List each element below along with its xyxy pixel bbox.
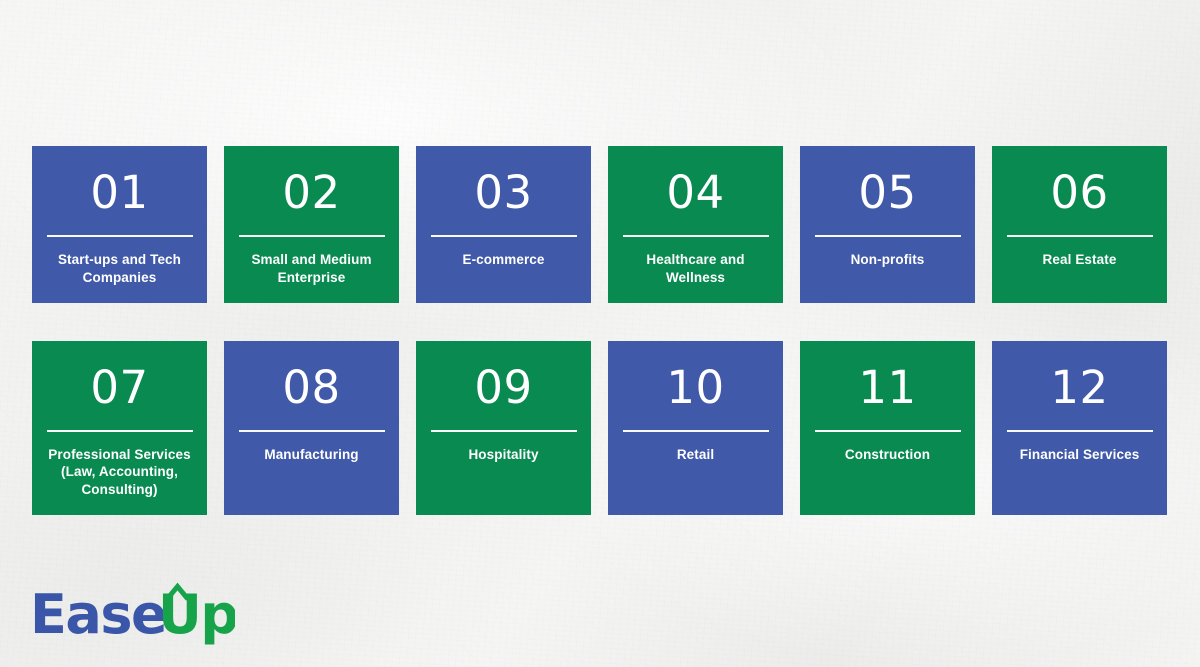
industry-card-03[interactable]: 03 E-commerce <box>416 146 591 303</box>
industry-card-06[interactable]: 06 Real Estate <box>992 146 1167 303</box>
card-label: Construction <box>844 446 931 462</box>
card-label: Small and Medium Enterprise <box>251 252 372 285</box>
slide-canvas: 01 Start-ups and Tech Companies 02 Small… <box>0 0 1200 667</box>
industry-card-04[interactable]: 04 Healthcare and Wellness <box>608 146 783 303</box>
industry-card-02[interactable]: 02 Small and Medium Enterprise <box>224 146 399 303</box>
card-divider <box>238 429 385 432</box>
card-number: 10 <box>666 360 725 414</box>
industry-card-grid: 01 Start-ups and Tech Companies 02 Small… <box>32 146 1168 516</box>
card-divider <box>430 235 577 237</box>
industry-card-10[interactable]: 10 Retail <box>608 340 783 516</box>
card-divider <box>238 235 385 237</box>
card-number: 04 <box>666 166 725 219</box>
card-divider <box>46 429 193 432</box>
card-label: Real Estate <box>1042 252 1117 267</box>
card-divider <box>814 235 961 237</box>
card-label: Start-ups and Tech Companies <box>57 252 182 285</box>
card-divider <box>1006 235 1153 237</box>
card-divider <box>430 429 577 432</box>
card-divider <box>622 429 769 432</box>
card-divider <box>46 235 193 237</box>
card-number: 08 <box>282 360 341 414</box>
card-number: 11 <box>858 360 917 414</box>
card-label: E-commerce <box>462 252 545 267</box>
logo-text-ease: Ease <box>30 583 166 646</box>
card-number: 06 <box>1050 166 1109 219</box>
industry-card-01[interactable]: 01 Start-ups and Tech Companies <box>32 146 207 303</box>
card-divider <box>622 235 769 237</box>
card-number: 02 <box>282 166 341 219</box>
card-label: Manufacturing <box>264 446 359 462</box>
easeup-logo: Ease Up <box>30 581 235 651</box>
card-label: Retail <box>676 446 715 462</box>
industry-card-07[interactable]: 07 Professional Services (Law, Accountin… <box>32 340 207 516</box>
card-number: 01 <box>90 166 149 219</box>
industry-card-09[interactable]: 09 Hospitality <box>416 340 591 516</box>
card-number: 05 <box>858 166 917 219</box>
industry-card-11[interactable]: 11 Construction <box>800 340 975 516</box>
card-label: Healthcare and Wellness <box>646 252 745 285</box>
card-divider <box>1006 429 1153 432</box>
card-number: 03 <box>474 166 533 219</box>
card-label: Hospitality <box>468 446 539 462</box>
card-label: Non-profits <box>850 252 925 267</box>
card-number: 09 <box>474 360 533 414</box>
industry-card-08[interactable]: 08 Manufacturing <box>224 340 399 516</box>
card-label: Professional Services (Law, Accounting, … <box>48 446 191 498</box>
card-number: 12 <box>1050 360 1109 414</box>
card-divider <box>814 429 961 432</box>
card-label: Financial Services <box>1019 446 1140 462</box>
card-number: 07 <box>90 360 149 414</box>
industry-card-12[interactable]: 12 Financial Services <box>992 340 1167 516</box>
industry-card-05[interactable]: 05 Non-profits <box>800 146 975 303</box>
